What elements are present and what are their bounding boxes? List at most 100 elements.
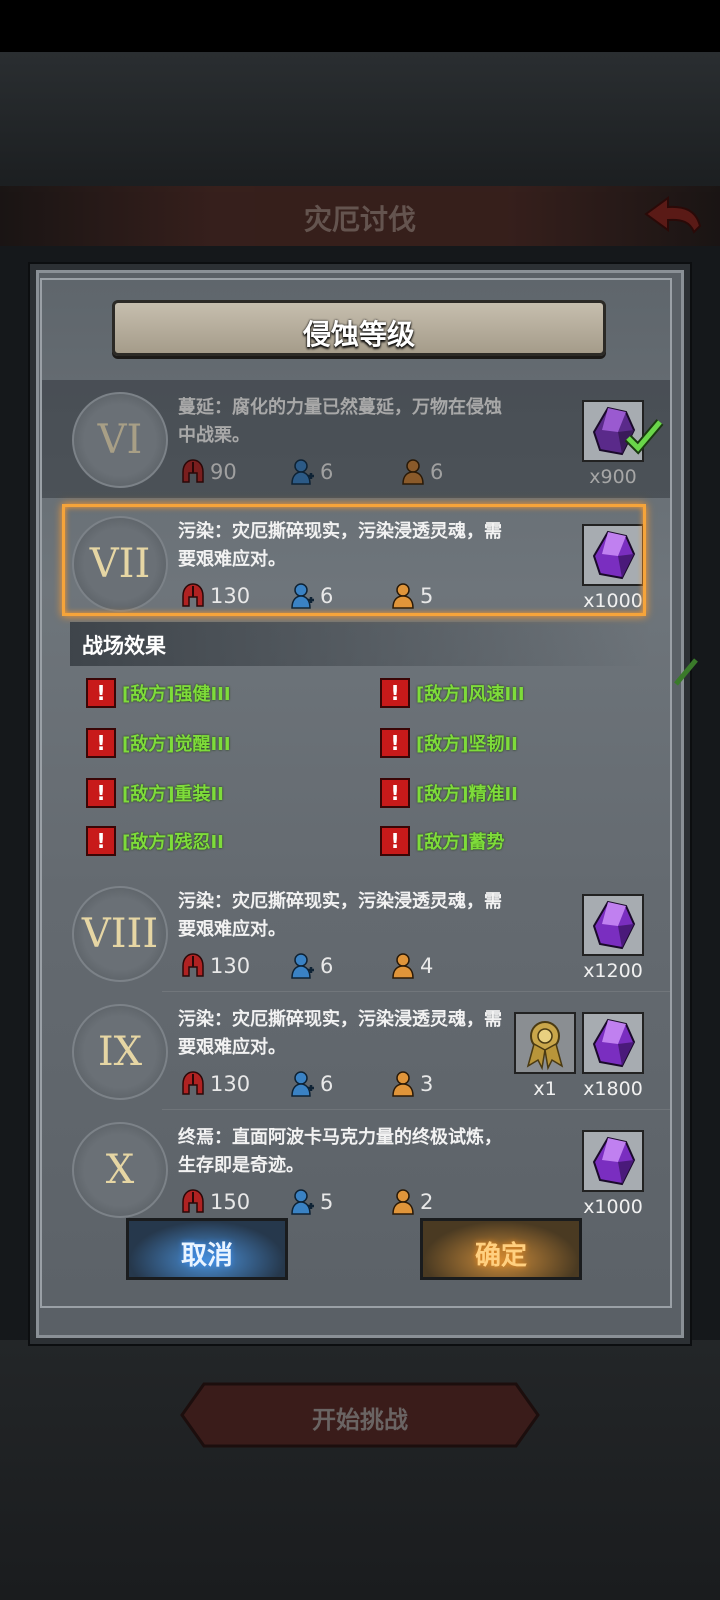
golden-emblem-icon xyxy=(526,1021,564,1071)
effect-item[interactable]: ! [敌方]风速III xyxy=(380,678,525,708)
person-value: 5 xyxy=(420,584,434,608)
effect-item[interactable]: ! [敌方]残忍II xyxy=(86,826,224,856)
confirm-button[interactable]: 确定 xyxy=(420,1218,582,1280)
ally-stat: 6 xyxy=(290,950,333,982)
ally-stat: 6 xyxy=(290,580,333,612)
checkmark-icon xyxy=(674,658,698,686)
reward-crystal[interactable] xyxy=(582,1130,644,1192)
enemy-value: 90 xyxy=(210,460,237,484)
reward-crystal[interactable] xyxy=(582,524,644,586)
checkmark-icon xyxy=(624,419,664,455)
effect-item[interactable]: ! [敌方]强健III xyxy=(86,678,231,708)
ally-value: 6 xyxy=(320,460,334,484)
warning-icon: ! xyxy=(86,728,116,758)
ally-add-icon xyxy=(291,953,314,979)
level-description: 蔓延：腐化的力量已然蔓延，万物在侵蚀中战栗。 xyxy=(178,397,502,446)
person-value: 2 xyxy=(420,1190,434,1214)
effect-label: [敌方]蓄势 xyxy=(416,832,505,853)
ally-value: 6 xyxy=(320,1072,334,1096)
ally-value: 5 xyxy=(320,1190,334,1214)
ally-stat: 5 xyxy=(290,1186,333,1218)
warning-icon: ! xyxy=(380,778,410,808)
ally-value: 6 xyxy=(320,584,334,608)
effect-item[interactable]: ! [敌方]蓄势 xyxy=(380,826,504,856)
warning-icon: ! xyxy=(380,728,410,758)
level-stats: 130 6 5 xyxy=(180,580,500,612)
reward-emblem[interactable] xyxy=(514,1012,576,1074)
effect-item[interactable]: ! [敌方]觉醒III xyxy=(86,728,231,758)
level-stats: 130 6 3 xyxy=(180,1068,500,1100)
level-description: 污染：灾厄撕碎现实，污染浸透灵魂，需要艰难应对。 xyxy=(178,1009,502,1058)
background-bottom xyxy=(0,1340,720,1600)
effect-item[interactable]: ! [敌方]重装II xyxy=(86,778,224,808)
dialog-title: 侵蚀等级 xyxy=(302,318,415,351)
screen-title: 灾厄讨伐 xyxy=(303,203,416,236)
effect-label: [敌方]风速III xyxy=(416,684,525,705)
level-row-viii[interactable]: VIII 污染：灾厄撕碎现实，污染浸透灵魂，需要艰难应对。 130 6 4 x1… xyxy=(42,874,670,992)
reward-crystal[interactable] xyxy=(582,894,644,956)
person-value: 6 xyxy=(430,460,444,484)
effect-label: [敌方]坚韧II xyxy=(416,734,518,755)
ally-stat: 6 xyxy=(290,1068,333,1100)
effect-item[interactable]: ! [敌方]坚韧II xyxy=(380,728,518,758)
person-icon xyxy=(392,953,414,979)
enemy-value: 130 xyxy=(210,1072,251,1096)
person-stat: 6 xyxy=(400,456,443,488)
purple-crystal-icon xyxy=(592,530,636,580)
warning-icon: ! xyxy=(380,678,410,708)
start-challenge-button[interactable]: 开始挑战 xyxy=(180,1382,540,1448)
level-numeral: X xyxy=(72,1122,168,1218)
reward-crystal[interactable] xyxy=(582,1012,644,1074)
enemy-value: 130 xyxy=(210,584,251,608)
purple-crystal-icon xyxy=(592,1018,636,1068)
level-row-vii[interactable]: VII 污染：灾厄撕碎现实，污染浸透灵魂，需要艰难应对。 130 6 5 x10… xyxy=(42,504,670,622)
effects-title: 战场效果 xyxy=(82,634,166,658)
level-stats: 150 5 2 xyxy=(180,1186,500,1218)
enemy-value: 130 xyxy=(210,954,251,978)
helmet-icon xyxy=(182,953,204,977)
enemy-stat: 90 xyxy=(180,456,237,488)
person-icon xyxy=(392,1071,414,1097)
enemy-stat: 130 xyxy=(180,580,250,612)
cancel-button-label: 取消 xyxy=(180,1241,233,1271)
cancel-button[interactable]: 取消 xyxy=(126,1218,288,1280)
level-description: 污染：灾厄撕碎现实，污染浸透灵魂，需要艰难应对。 xyxy=(178,521,502,570)
level-row-vi[interactable]: VI 蔓延：腐化的力量已然蔓延，万物在侵蚀中战栗。 90 6 6 x900 xyxy=(42,380,670,498)
person-icon xyxy=(392,583,414,609)
effect-label: [敌方]残忍II xyxy=(122,832,224,853)
enemy-stat: 130 xyxy=(180,950,250,982)
background-top xyxy=(0,52,720,192)
level-description: 污染：灾厄撕碎现实，污染浸透灵魂，需要艰难应对。 xyxy=(178,891,502,940)
effect-label: [敌方]强健III xyxy=(122,684,231,705)
effect-item[interactable]: ! [敌方]精准II xyxy=(380,778,518,808)
level-numeral: IX xyxy=(72,1004,168,1100)
ally-add-icon xyxy=(291,583,314,609)
person-stat: 5 xyxy=(390,580,433,612)
level-stats: 90 6 6 xyxy=(180,456,500,488)
dialog-title-plate: 侵蚀等级 xyxy=(112,300,606,356)
person-stat: 2 xyxy=(390,1186,433,1218)
level-stats: 130 6 4 xyxy=(180,950,500,982)
status-bar xyxy=(0,0,720,52)
helmet-icon xyxy=(182,583,204,607)
reward-crystal[interactable] xyxy=(582,400,664,462)
person-value: 3 xyxy=(420,1072,434,1096)
reward-count: x1000 xyxy=(583,1196,643,1218)
level-numeral: VIII xyxy=(72,886,168,982)
ally-add-icon xyxy=(291,459,314,485)
person-icon xyxy=(392,1189,414,1215)
reward-count: x1800 xyxy=(583,1078,643,1100)
screen-title-bar: 灾厄讨伐 xyxy=(0,186,720,246)
person-stat: 4 xyxy=(390,950,433,982)
warning-icon: ! xyxy=(380,826,410,856)
purple-crystal-icon xyxy=(592,900,636,950)
back-arrow-icon[interactable] xyxy=(644,196,702,234)
warning-icon: ! xyxy=(86,678,116,708)
helmet-icon xyxy=(182,1189,204,1213)
person-value: 4 xyxy=(420,954,434,978)
level-numeral: VII xyxy=(72,516,168,612)
level-description: 终焉：直面阿波卡马克力量的终极试炼，生存即是奇迹。 xyxy=(178,1127,502,1176)
level-row-ix[interactable]: IX 污染：灾厄撕碎现实，污染浸透灵魂，需要艰难应对。 130 6 3 x1 x… xyxy=(42,992,670,1110)
ally-stat: 6 xyxy=(290,456,333,488)
level-row-x[interactable]: X 终焉：直面阿波卡马克力量的终极试炼，生存即是奇迹。 150 5 2 x100… xyxy=(42,1110,670,1226)
